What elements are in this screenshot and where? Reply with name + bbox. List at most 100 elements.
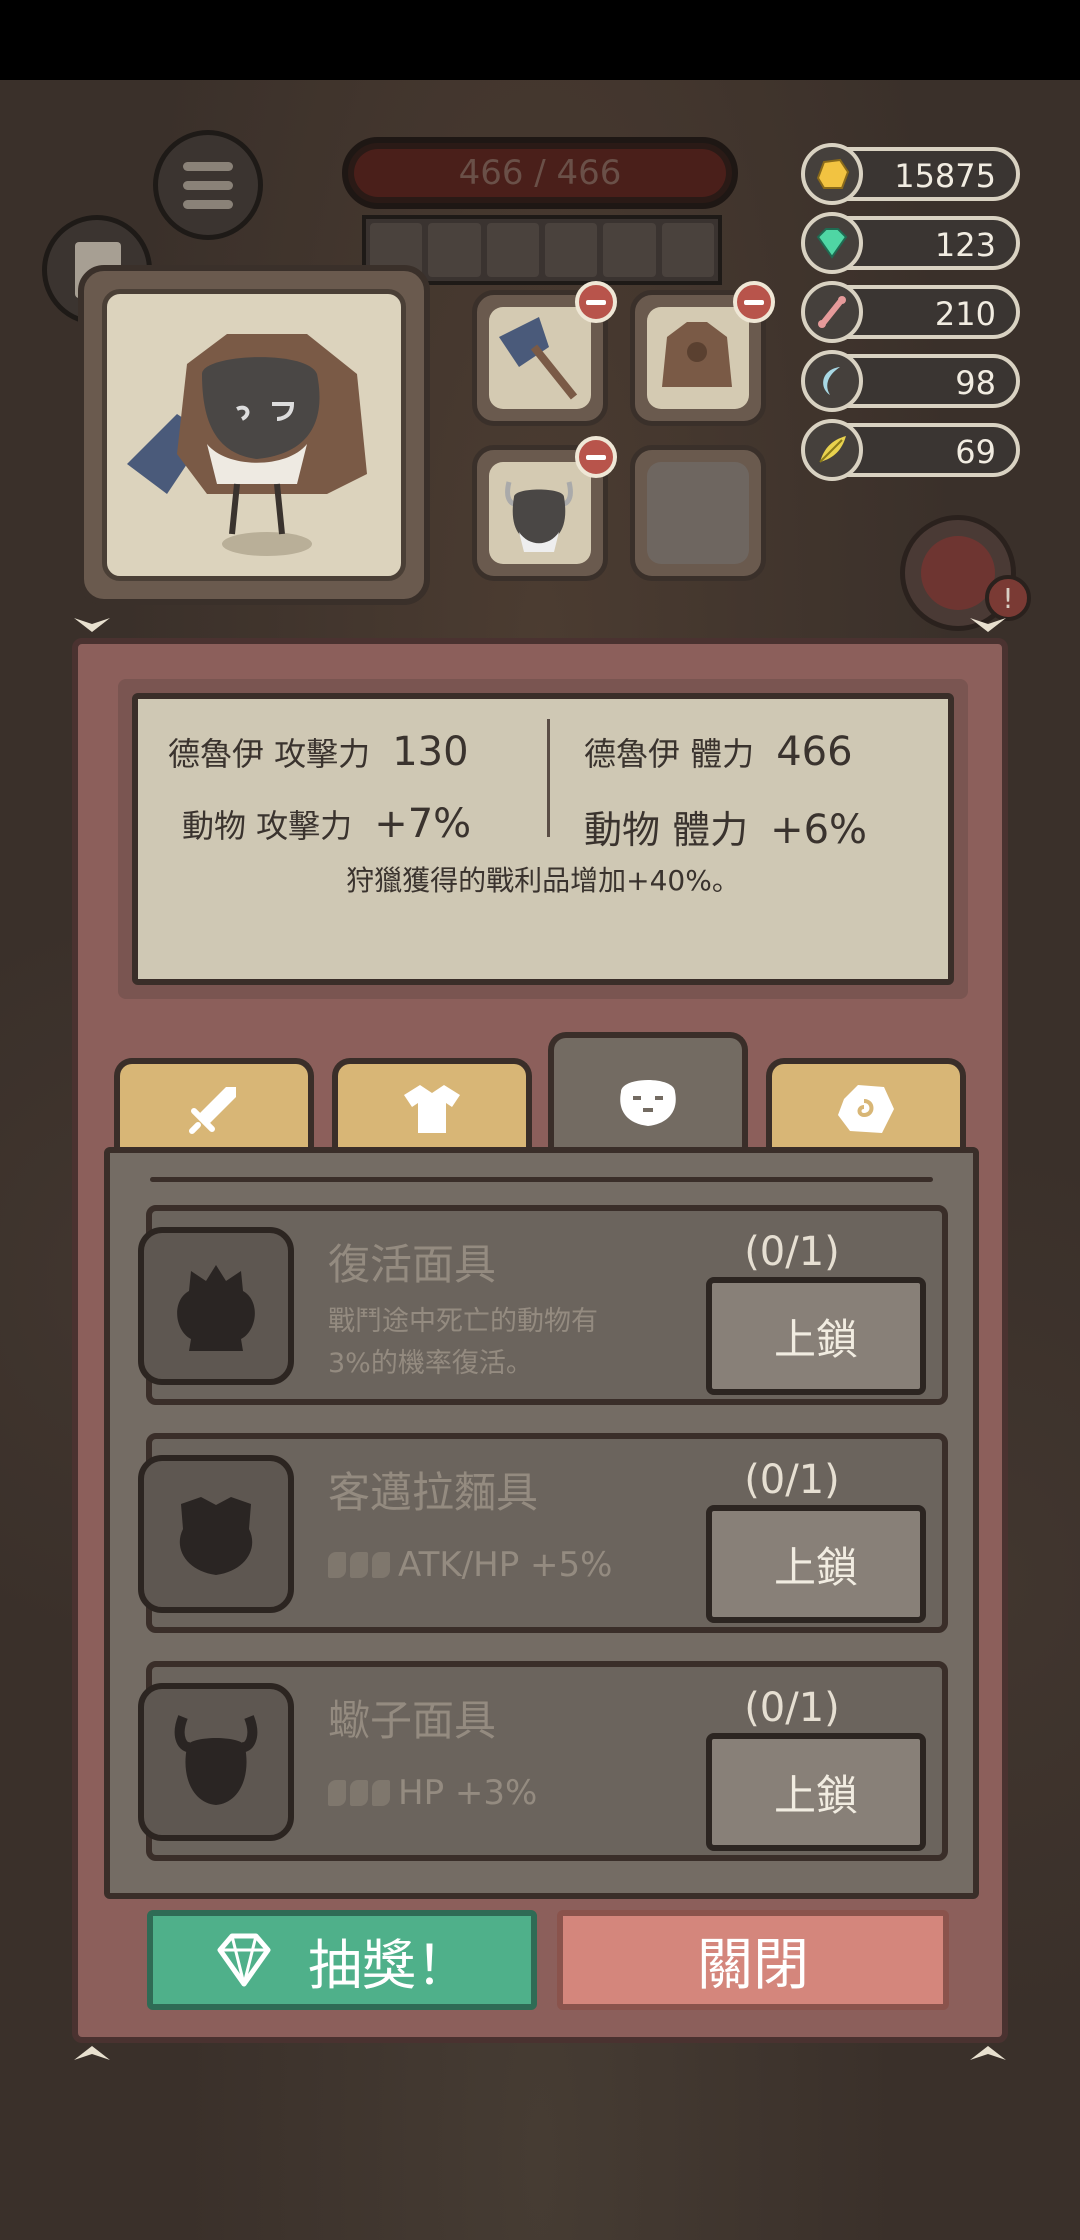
diamond-icon [217,1933,271,1987]
close-label: 關閉 [697,1932,809,1998]
stat-icons [328,1780,390,1806]
animal-attack-value: +7% [374,801,472,847]
claw-value: 98 [955,364,996,402]
stats-box: 德魯伊 攻擊力 130 動物 攻擊力 +7% 德魯伊 體力 466 動物 體力 +6% … [118,679,968,999]
rune-stone-icon [838,1085,894,1133]
skull-mask-icon [620,1080,676,1126]
resource-claw: 98 [801,350,1020,412]
list-item: 蠍子面具 HP +3% (0/1) 上鎖 [138,1661,948,1861]
equip-slot-armor[interactable] [630,281,775,426]
druid-attack-value: 130 [392,729,469,775]
cart-icon [921,536,995,610]
druid-character-icon [127,334,367,556]
bone-value: 210 [934,295,996,333]
green-gem-icon [801,212,863,274]
bone-icon [328,1552,346,1578]
panel-corner-ornament [970,2046,1006,2060]
mask-stat-text: HP +3% [398,1773,538,1813]
minus-icon [586,299,606,305]
claw-icon [350,1780,368,1806]
draw-label: 抽獎！ [308,1933,470,1997]
bone-icon [801,281,863,343]
claw-icon [801,350,863,412]
scorpion-mask-silhouette-icon [138,1683,294,1841]
enemy-thumb [661,223,714,277]
gold-value: 15875 [894,157,996,195]
enemy-thumb [603,223,656,277]
tab-armor[interactable] [332,1058,532,1154]
mask-count: (0/1) [744,1685,840,1731]
gold-nugget-icon [801,143,863,205]
character-portrait [102,289,406,581]
gem-value: 123 [934,226,996,264]
mask-name: 復活面具 [328,1240,497,1289]
lock-button[interactable]: 上鎖 [706,1277,926,1395]
hp-bar: 466 / 466 [342,137,738,209]
lock-button[interactable]: 上鎖 [706,1733,926,1851]
resource-gem: 123 [801,212,1020,274]
list-top-divider [150,1177,933,1182]
stat-icons [328,1552,390,1578]
remove-mask-button[interactable] [575,436,617,478]
druid-hp-label: 德魯伊 體力 [584,735,755,773]
chimera-mask-silhouette-icon [138,1455,294,1613]
resource-gold: 15875 [801,143,1020,205]
mask-description: 戰鬥途中死亡的動物有3%的機率復活。 [328,1306,598,1379]
animal-hp-stat: 動物 體力 +6% [584,799,867,854]
menu-button[interactable] [153,130,263,240]
resource-feather: 69 [801,419,1020,481]
mask-name: 蠍子面具 [328,1696,497,1745]
hp-text: 466 / 466 [458,153,622,193]
feather-icon [372,1552,390,1578]
stats-inner: 德魯伊 攻擊力 130 動物 攻擊力 +7% 德魯伊 體力 466 動物 體力 +6% … [132,693,954,985]
panel-corner-ornament [74,2046,110,2060]
mask-stat: ATK/HP +5% [328,1545,612,1585]
mask-list[interactable]: 復活面具 戰鬥途中死亡的動物有3%的機率復活。 (0/1) 上鎖 客邁拉麵具 A… [104,1147,979,1899]
equip-slot-empty[interactable] [630,445,766,581]
animal-attack-label: 動物 攻擊力 [182,807,353,845]
close-button[interactable]: 關閉 [557,1910,949,2010]
tab-runes[interactable] [766,1058,966,1154]
enemy-thumb [486,223,539,277]
empty-slot-fill [647,462,749,564]
hamburger-line [183,161,233,171]
druid-attack-stat: 德魯伊 攻擊力 130 [168,729,469,775]
feather-axe-icon [499,317,578,400]
list-item: 復活面具 戰鬥途中死亡的動物有3%的機率復活。 (0/1) 上鎖 [138,1205,948,1405]
panel-corner-ornament [970,618,1006,632]
equip-slot-weapon[interactable] [472,281,617,426]
stats-divider [547,719,550,837]
tab-weapons[interactable] [114,1058,314,1154]
mask-stat: HP +3% [328,1773,537,1813]
draw-button[interactable]: 抽獎！ [147,1910,537,2010]
tab-masks[interactable] [548,1032,748,1162]
panel-corner-ornament [74,618,110,632]
lock-button[interactable]: 上鎖 [706,1505,926,1623]
mask-name: 客邁拉麵具 [328,1468,539,1517]
feather-icon [801,419,863,481]
resource-bone: 210 [801,281,1020,343]
animal-hp-label: 動物 體力 [584,808,749,852]
horned-mask-icon [505,481,573,552]
feather-value: 69 [955,433,996,471]
claw-icon [350,1552,368,1578]
minus-icon [586,454,606,460]
druid-hp-stat: 德魯伊 體力 466 [584,729,853,775]
bone-icon [328,1780,346,1806]
mask-count: (0/1) [744,1457,840,1503]
fur-cloak-icon [662,322,732,387]
enemy-thumb [544,223,598,277]
mask-count: (0/1) [744,1229,840,1275]
minus-icon [744,299,764,305]
mask-stat-text: ATK/HP +5% [398,1545,613,1585]
hamburger-line [183,199,233,209]
sword-icon [189,1087,236,1134]
hamburger-line [183,180,233,190]
remove-weapon-button[interactable] [575,281,617,323]
list-item: 客邁拉麵具 ATK/HP +5% (0/1) 上鎖 [138,1433,948,1633]
animal-hp-value: +6% [770,807,868,853]
remove-armor-button[interactable] [733,281,775,323]
druid-attack-label: 德魯伊 攻擊力 [168,735,371,773]
equip-slot-mask[interactable] [472,436,617,581]
status-bar [0,0,1080,80]
